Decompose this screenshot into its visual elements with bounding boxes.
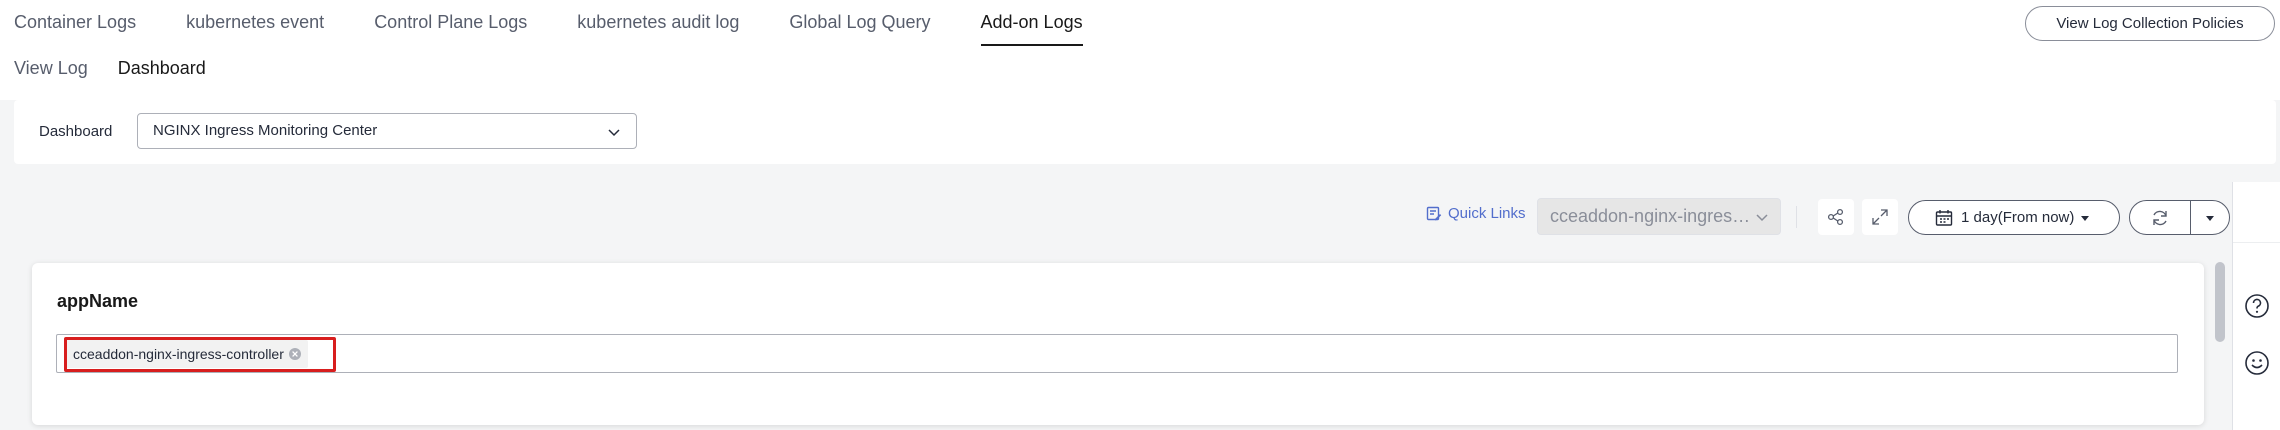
appname-tag: cceaddon-nginx-ingress-controller (65, 340, 308, 368)
tab-control-plane-logs[interactable]: Control Plane Logs (374, 0, 527, 48)
feedback-smile-icon[interactable] (2244, 350, 2270, 376)
refresh-button[interactable] (2130, 201, 2191, 234)
card-title: appName (57, 291, 139, 311)
time-range-label: 1 day(From now) (1961, 209, 2075, 226)
remove-tag-icon[interactable] (288, 347, 302, 361)
app-filter-select[interactable]: cceaddon-nginx-ingres… (1537, 198, 1781, 235)
fullscreen-icon (1872, 209, 1888, 225)
dashboard-select-value: NGINX Ingress Monitoring Center (153, 122, 378, 139)
vertical-scrollbar[interactable] (2215, 262, 2225, 342)
refresh-control (2129, 200, 2230, 235)
quick-links-label: Quick Links (1448, 205, 1526, 222)
tab-view-log[interactable]: View Log (14, 58, 88, 79)
edit-link-icon (1426, 206, 1442, 220)
log-type-tabs: Container Logs kubernetes event Control … (14, 0, 1133, 48)
view-tabs: View Log Dashboard (14, 58, 236, 79)
appname-filter-card: appName cceaddon-nginx-ingress-controlle… (32, 263, 2204, 425)
rail-divider (2233, 242, 2280, 243)
refresh-icon (2153, 210, 2167, 225)
sub-tab-bar: View Log Dashboard (0, 48, 2280, 100)
fullscreen-button[interactable] (1862, 199, 1898, 235)
time-range-button[interactable]: 1 day(From now) (1908, 200, 2120, 235)
app-filter-select-value: cceaddon-nginx-ingres… (1550, 206, 1751, 226)
tab-global-log-query[interactable]: Global Log Query (789, 0, 930, 48)
chevron-down-icon (608, 129, 620, 137)
dashboard-select[interactable]: NGINX Ingress Monitoring Center (137, 113, 637, 149)
top-tab-bar: Container Logs kubernetes event Control … (0, 0, 2280, 48)
caret-down-icon (2081, 215, 2090, 221)
help-icon[interactable] (2244, 293, 2270, 319)
tab-kubernetes-event[interactable]: kubernetes event (186, 0, 324, 48)
appname-tag-input[interactable]: cceaddon-nginx-ingress-controller (56, 334, 2178, 373)
dashboard-selector-label: Dashboard (39, 123, 113, 140)
share-button[interactable] (1818, 199, 1854, 235)
view-log-collection-policies-button[interactable]: View Log Collection Policies (2025, 6, 2275, 41)
tab-add-on-logs[interactable]: Add-on Logs (980, 0, 1083, 48)
share-icon (1827, 208, 1844, 226)
tab-kubernetes-audit-log[interactable]: kubernetes audit log (577, 0, 739, 48)
refresh-interval-dropdown[interactable] (2191, 201, 2229, 234)
chevron-down-icon (1756, 214, 1768, 222)
tab-container-logs[interactable]: Container Logs (14, 0, 136, 48)
dashboard-selector-panel: Dashboard NGINX Ingress Monitoring Cente… (14, 100, 2276, 164)
right-side-rail (2232, 182, 2280, 430)
calendar-icon (1935, 209, 1953, 226)
toolbar-divider (1796, 206, 1797, 228)
caret-down-icon (2206, 215, 2214, 221)
quick-links-button[interactable]: Quick Links (1426, 205, 1526, 222)
tab-dashboard[interactable]: Dashboard (118, 58, 206, 79)
tag-label: cceaddon-nginx-ingress-controller (73, 346, 284, 362)
